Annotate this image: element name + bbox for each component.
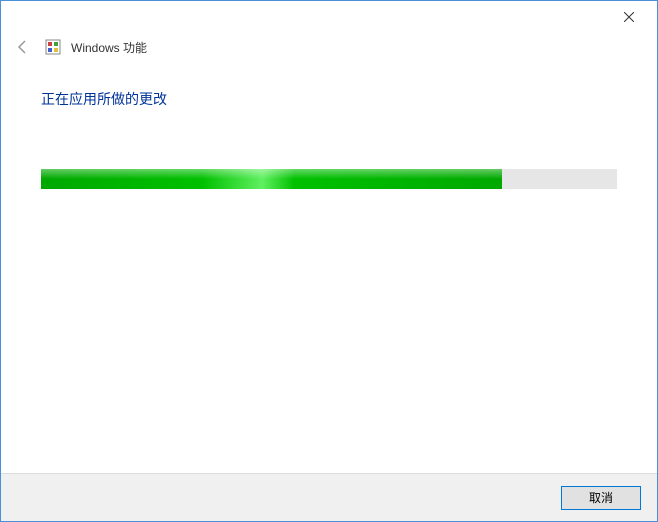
titlebar <box>1 1 657 31</box>
back-button[interactable] <box>11 35 35 59</box>
window-title: Windows 功能 <box>71 39 147 56</box>
footer: 取消 <box>1 473 657 521</box>
content-area: 正在应用所做的更改 <box>1 69 657 209</box>
cancel-button[interactable]: 取消 <box>561 486 641 510</box>
back-arrow-icon <box>15 39 31 55</box>
progress-fill <box>41 169 502 189</box>
close-button[interactable] <box>609 5 649 29</box>
windows-features-icon <box>45 39 61 55</box>
header: Windows 功能 <box>1 31 657 69</box>
close-icon <box>624 12 634 22</box>
progress-shine <box>41 169 502 179</box>
page-heading: 正在应用所做的更改 <box>41 89 617 109</box>
progress-bar <box>41 169 617 189</box>
